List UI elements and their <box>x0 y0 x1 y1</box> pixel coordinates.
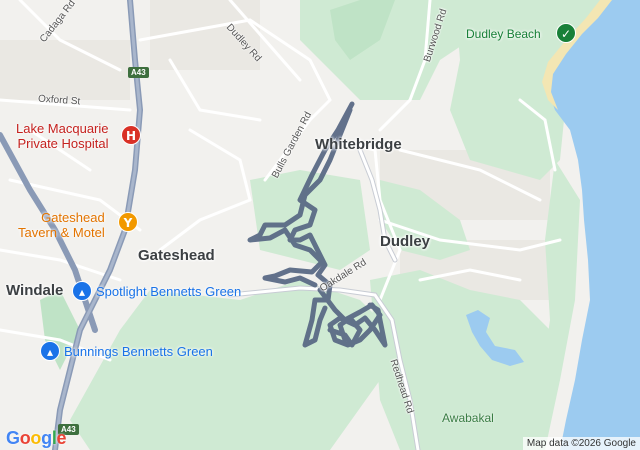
highway-shield-a43-top: A43 <box>128 67 149 78</box>
poi-label-dudley-beach[interactable]: Dudley Beach <box>466 27 541 41</box>
poi-label-spotlight[interactable]: Spotlight Bennetts Green <box>96 284 241 299</box>
poi-label-hospital[interactable]: Lake Macquarie Private Hospital <box>16 121 109 151</box>
place-label-whitebridge[interactable]: Whitebridge <box>315 136 402 153</box>
place-label-windale[interactable]: Windale <box>6 282 63 299</box>
poi-label-awabakal[interactable]: Awabakal <box>442 411 494 425</box>
map-view[interactable]: Cadaga Rd Dudley Rd Oxford St Bulls Gard… <box>0 0 640 450</box>
map-attribution[interactable]: Map data ©2026 Google <box>522 437 640 450</box>
poi-label-bunnings[interactable]: Bunnings Bennetts Green <box>64 344 213 359</box>
hospital-icon[interactable]: H <box>121 125 141 145</box>
beach-icon[interactable]: ✓ <box>556 23 576 43</box>
google-logo: Google <box>6 428 67 448</box>
shopping-bag-icon[interactable]: ▴ <box>40 341 60 361</box>
shopping-bag-icon[interactable]: ▴ <box>72 281 92 301</box>
place-label-gateshead[interactable]: Gateshead <box>138 247 215 264</box>
poi-label-tavern[interactable]: Gateshead Tavern & Motel <box>18 210 105 240</box>
place-label-dudley[interactable]: Dudley <box>380 233 430 250</box>
cocktail-bar-icon[interactable]: Y <box>118 212 138 232</box>
